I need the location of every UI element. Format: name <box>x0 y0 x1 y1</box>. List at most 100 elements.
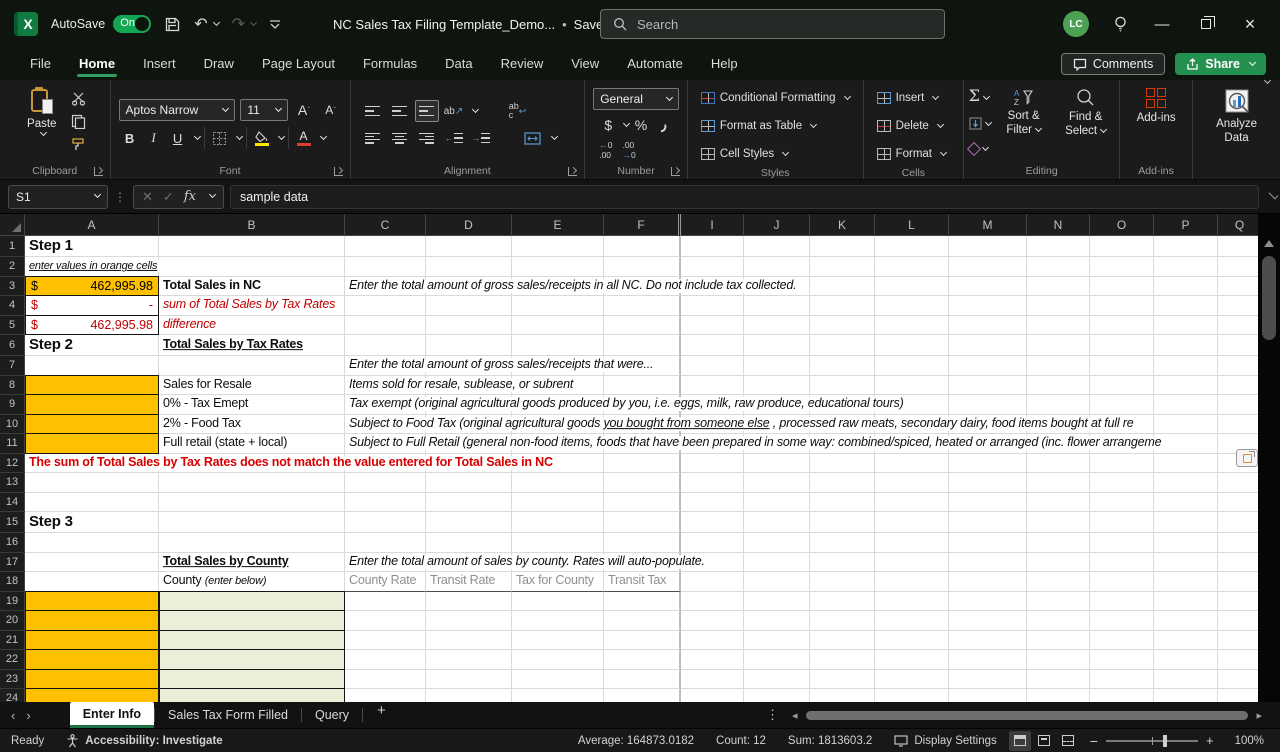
autosave-toggle[interactable]: AutoSave On <box>51 15 151 33</box>
cell-M5[interactable] <box>949 316 1027 336</box>
vertical-scrollbar[interactable] <box>1258 214 1280 702</box>
merge-center-icon[interactable] <box>521 127 545 149</box>
insert-cells-button[interactable]: Insert <box>872 86 944 110</box>
cell-C13[interactable] <box>345 473 426 493</box>
percent-icon[interactable]: % <box>630 114 652 136</box>
cell-Q6[interactable] <box>1218 335 1262 356</box>
cell-C3[interactable]: Enter the total amount of gross sales/re… <box>345 277 426 297</box>
number-format-select[interactable]: General <box>593 88 679 110</box>
cell-C1[interactable] <box>345 236 426 257</box>
cell-B14[interactable] <box>159 493 345 513</box>
tab-data[interactable]: Data <box>433 50 484 79</box>
cell-I19[interactable] <box>681 592 744 612</box>
cell-J8[interactable] <box>744 376 810 396</box>
cell-I1[interactable] <box>681 236 744 257</box>
cell-J4[interactable] <box>744 296 810 316</box>
col-header-P[interactable]: P <box>1154 214 1218 236</box>
cell-K6[interactable] <box>810 335 875 356</box>
cell-L8[interactable] <box>875 376 949 396</box>
cell-F24[interactable] <box>604 689 681 702</box>
addins-button[interactable]: Add-ins <box>1130 84 1183 129</box>
cell-F8[interactable] <box>604 376 681 396</box>
cell-K20[interactable] <box>810 611 875 631</box>
cell-I4[interactable] <box>681 296 744 316</box>
cell-A17[interactable] <box>25 553 159 573</box>
cell-L24[interactable] <box>875 689 949 702</box>
cell-Q15[interactable] <box>1218 512 1262 533</box>
cell-B24[interactable] <box>159 688 345 702</box>
cell-O2[interactable] <box>1090 257 1154 277</box>
cell-J19[interactable] <box>744 592 810 612</box>
row-header-12[interactable]: 12 <box>0 454 25 474</box>
cell-F2[interactable] <box>604 257 681 277</box>
cell-N3[interactable] <box>1027 277 1090 297</box>
cell-Q14[interactable] <box>1218 493 1262 513</box>
cell-B16[interactable] <box>159 533 345 553</box>
view-page-layout-icon[interactable] <box>1033 731 1055 751</box>
cell-J1[interactable] <box>744 236 810 257</box>
cell-B15[interactable] <box>159 512 345 533</box>
cell-K14[interactable] <box>810 493 875 513</box>
cell-I13[interactable] <box>681 473 744 493</box>
wrap-text-icon[interactable]: abc↩ <box>506 100 530 122</box>
cell-C22[interactable] <box>345 650 426 670</box>
cell-P7[interactable] <box>1154 356 1218 376</box>
cell-B20[interactable] <box>159 610 345 631</box>
cell-K3[interactable] <box>810 277 875 297</box>
cell-I16[interactable] <box>681 533 744 553</box>
tab-review[interactable]: Review <box>489 50 556 79</box>
cell-O4[interactable] <box>1090 296 1154 316</box>
cell-I12[interactable] <box>681 454 744 474</box>
cell-B8[interactable]: Sales for Resale <box>159 376 345 396</box>
cell-F19[interactable] <box>604 592 681 612</box>
row-header-19[interactable]: 19 <box>0 592 25 612</box>
cell-D15[interactable] <box>426 512 512 533</box>
align-left-icon[interactable] <box>361 127 385 149</box>
cell-K13[interactable] <box>810 473 875 493</box>
increase-font-icon[interactable]: Aˆ <box>293 99 315 121</box>
bold-button[interactable]: B <box>119 127 141 149</box>
cell-I23[interactable] <box>681 670 744 690</box>
analyze-data-button[interactable]: AnalyzeData <box>1209 84 1264 150</box>
cell-P14[interactable] <box>1154 493 1218 513</box>
row-header-24[interactable]: 24 <box>0 689 25 702</box>
cell-Q16[interactable] <box>1218 533 1262 553</box>
cell-L14[interactable] <box>875 493 949 513</box>
cell-B17[interactable]: Total Sales by County <box>159 553 345 573</box>
cell-A20[interactable] <box>25 610 159 631</box>
row-header-23[interactable]: 23 <box>0 670 25 690</box>
cell-D24[interactable] <box>426 689 512 702</box>
cell-M13[interactable] <box>949 473 1027 493</box>
cell-B6[interactable]: Total Sales by Tax Rates <box>159 335 345 356</box>
cell-A19[interactable] <box>25 591 159 612</box>
cell-I5[interactable] <box>681 316 744 336</box>
tab-kebab-icon[interactable]: ⋮ <box>766 707 779 723</box>
cell-D5[interactable] <box>426 316 512 336</box>
cell-A12[interactable]: The sum of Total Sales by Tax Rates does… <box>25 454 159 474</box>
cell-C17[interactable]: Enter the total amount of sales by count… <box>345 553 426 573</box>
currency-icon[interactable]: $ <box>597 114 619 136</box>
sum-stat[interactable]: Sum: 1813603.2 <box>777 735 883 747</box>
decrease-decimal-icon[interactable]: .00→0 <box>622 140 635 160</box>
row-header-18[interactable]: 18 <box>0 572 25 592</box>
cell-N5[interactable] <box>1027 316 1090 336</box>
cell-O22[interactable] <box>1090 650 1154 670</box>
cell-M21[interactable] <box>949 631 1027 651</box>
cell-N4[interactable] <box>1027 296 1090 316</box>
cell-P2[interactable] <box>1154 257 1218 277</box>
cell-P18[interactable] <box>1154 572 1218 592</box>
cell-B11[interactable]: Full retail (state + local) <box>159 434 345 454</box>
formula-bar-expand-icon[interactable] <box>1269 190 1279 200</box>
cell-O1[interactable] <box>1090 236 1154 257</box>
fx-icon[interactable]: fx <box>184 189 196 204</box>
cell-A7[interactable] <box>25 356 159 376</box>
row-header-8[interactable]: 8 <box>0 376 25 396</box>
cell-O23[interactable] <box>1090 670 1154 690</box>
cell-P5[interactable] <box>1154 316 1218 336</box>
cell-N14[interactable] <box>1027 493 1090 513</box>
cell-M8[interactable] <box>949 376 1027 396</box>
cell-A16[interactable] <box>25 533 159 553</box>
zoom-out-icon[interactable]: − <box>1090 733 1098 749</box>
cell-D2[interactable] <box>426 257 512 277</box>
select-all-corner[interactable] <box>0 214 25 236</box>
